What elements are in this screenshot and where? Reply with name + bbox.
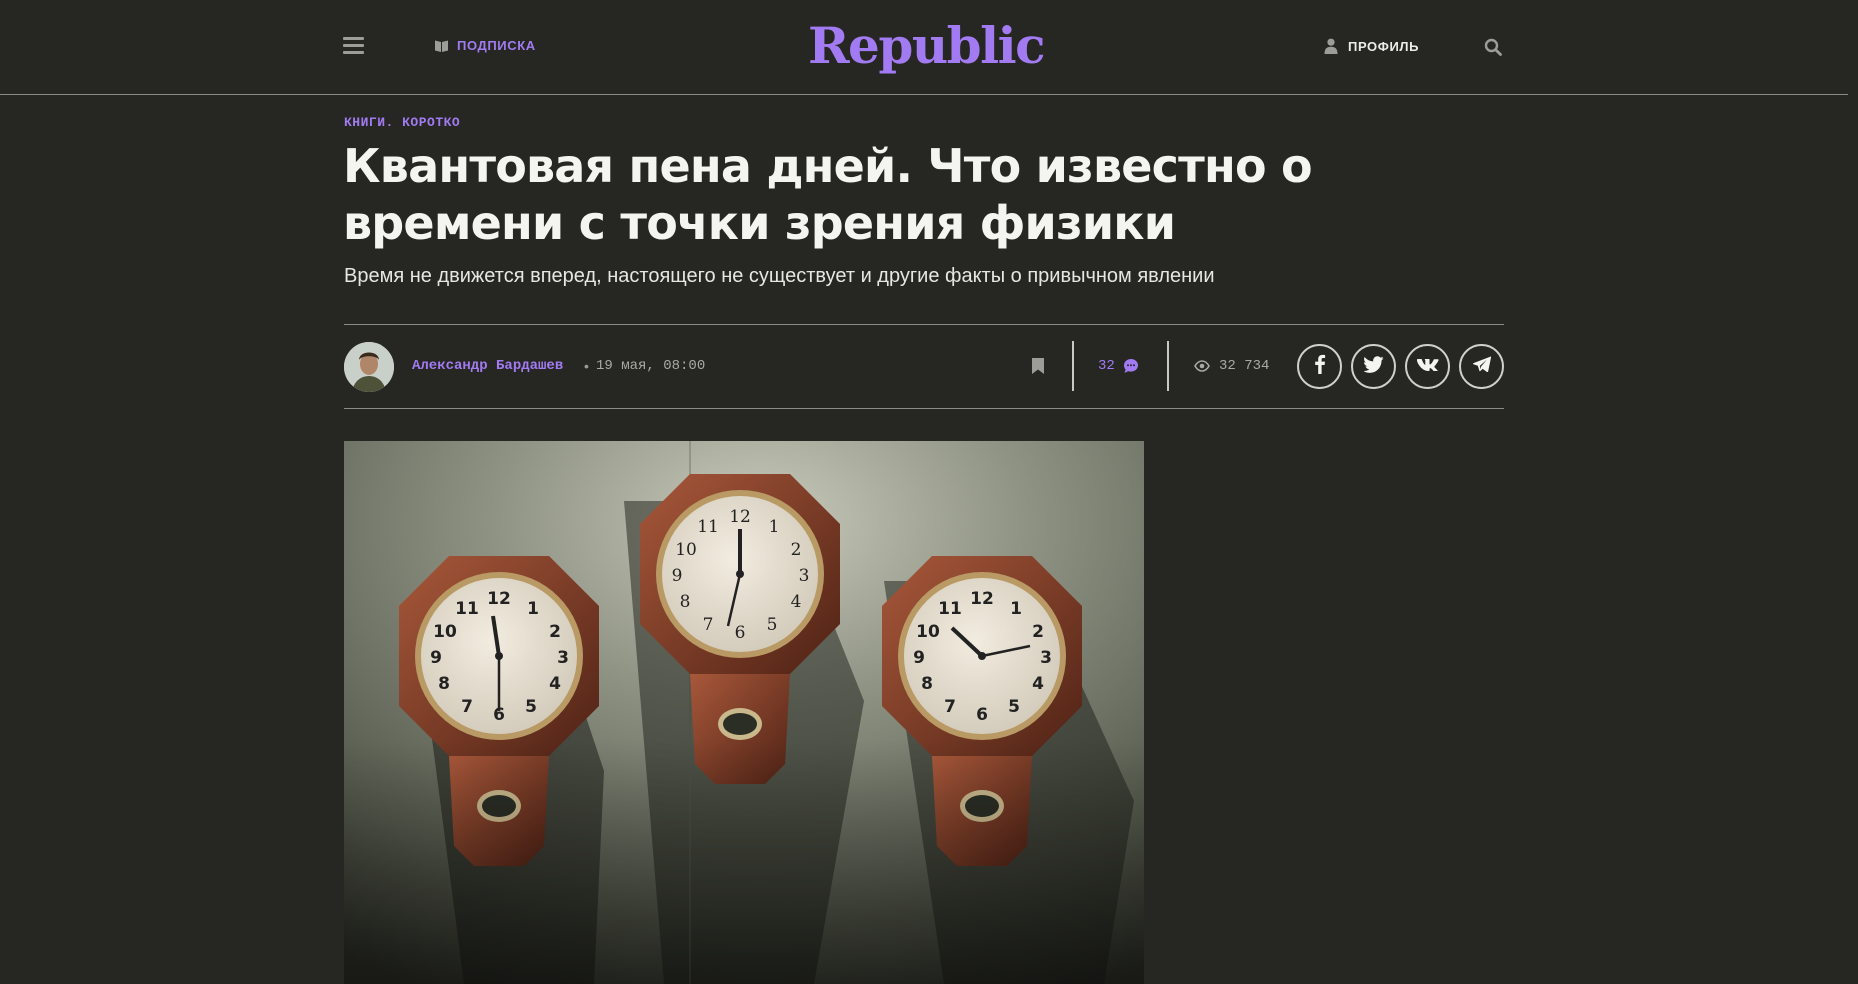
eye-icon — [1194, 360, 1210, 372]
facebook-icon — [1314, 354, 1326, 379]
meta-divider — [1167, 341, 1169, 391]
subscribe-label: ПОДПИСКА — [457, 38, 536, 53]
article-meta-bar: Александр Бардашев • 19 мая, 08:00 32 32… — [344, 324, 1504, 409]
bookmark-icon[interactable] — [1031, 357, 1047, 377]
views-counter: 32 734 — [1194, 358, 1269, 374]
share-telegram-button[interactable] — [1459, 344, 1504, 389]
author-name[interactable]: Александр Бардашев — [412, 358, 563, 374]
publish-date: 19 мая, 08:00 — [596, 358, 706, 374]
article-title: Квантовая пена дней. Что известно о врем… — [343, 139, 1313, 250]
views-count: 32 734 — [1219, 358, 1270, 374]
profile-link[interactable]: ПРОФИЛЬ — [1324, 38, 1419, 54]
comments-link[interactable]: 32 — [1098, 358, 1139, 374]
share-vk-button[interactable] — [1405, 344, 1450, 389]
subscribe-link[interactable]: ПОДПИСКА — [434, 38, 536, 53]
article-hero-image: 1212 345 678 91011 1212 345 678 91011 — [344, 441, 1144, 984]
comment-icon — [1123, 358, 1139, 374]
menu-icon[interactable] — [343, 37, 364, 57]
article-lead: Время не движется вперед, настоящего не … — [344, 265, 1215, 287]
meta-separator: • — [584, 358, 589, 374]
profile-label: ПРОФИЛЬ — [1348, 38, 1420, 54]
author-avatar[interactable] — [344, 342, 394, 392]
article-rubric[interactable]: КНИГИ. КОРОТКО — [344, 115, 460, 130]
user-icon — [1324, 38, 1338, 54]
telegram-icon — [1472, 356, 1491, 377]
share-twitter-button[interactable] — [1351, 344, 1396, 389]
share-facebook-button[interactable] — [1297, 344, 1342, 389]
vk-icon — [1416, 358, 1439, 376]
book-icon — [434, 39, 449, 53]
site-header: ПОДПИСКА Republic ПРОФИЛЬ — [0, 0, 1848, 95]
search-icon[interactable] — [1484, 38, 1504, 58]
site-logo[interactable]: Republic — [808, 14, 1046, 78]
comments-count: 32 — [1098, 358, 1115, 374]
twitter-icon — [1362, 355, 1384, 378]
meta-divider — [1072, 341, 1074, 391]
